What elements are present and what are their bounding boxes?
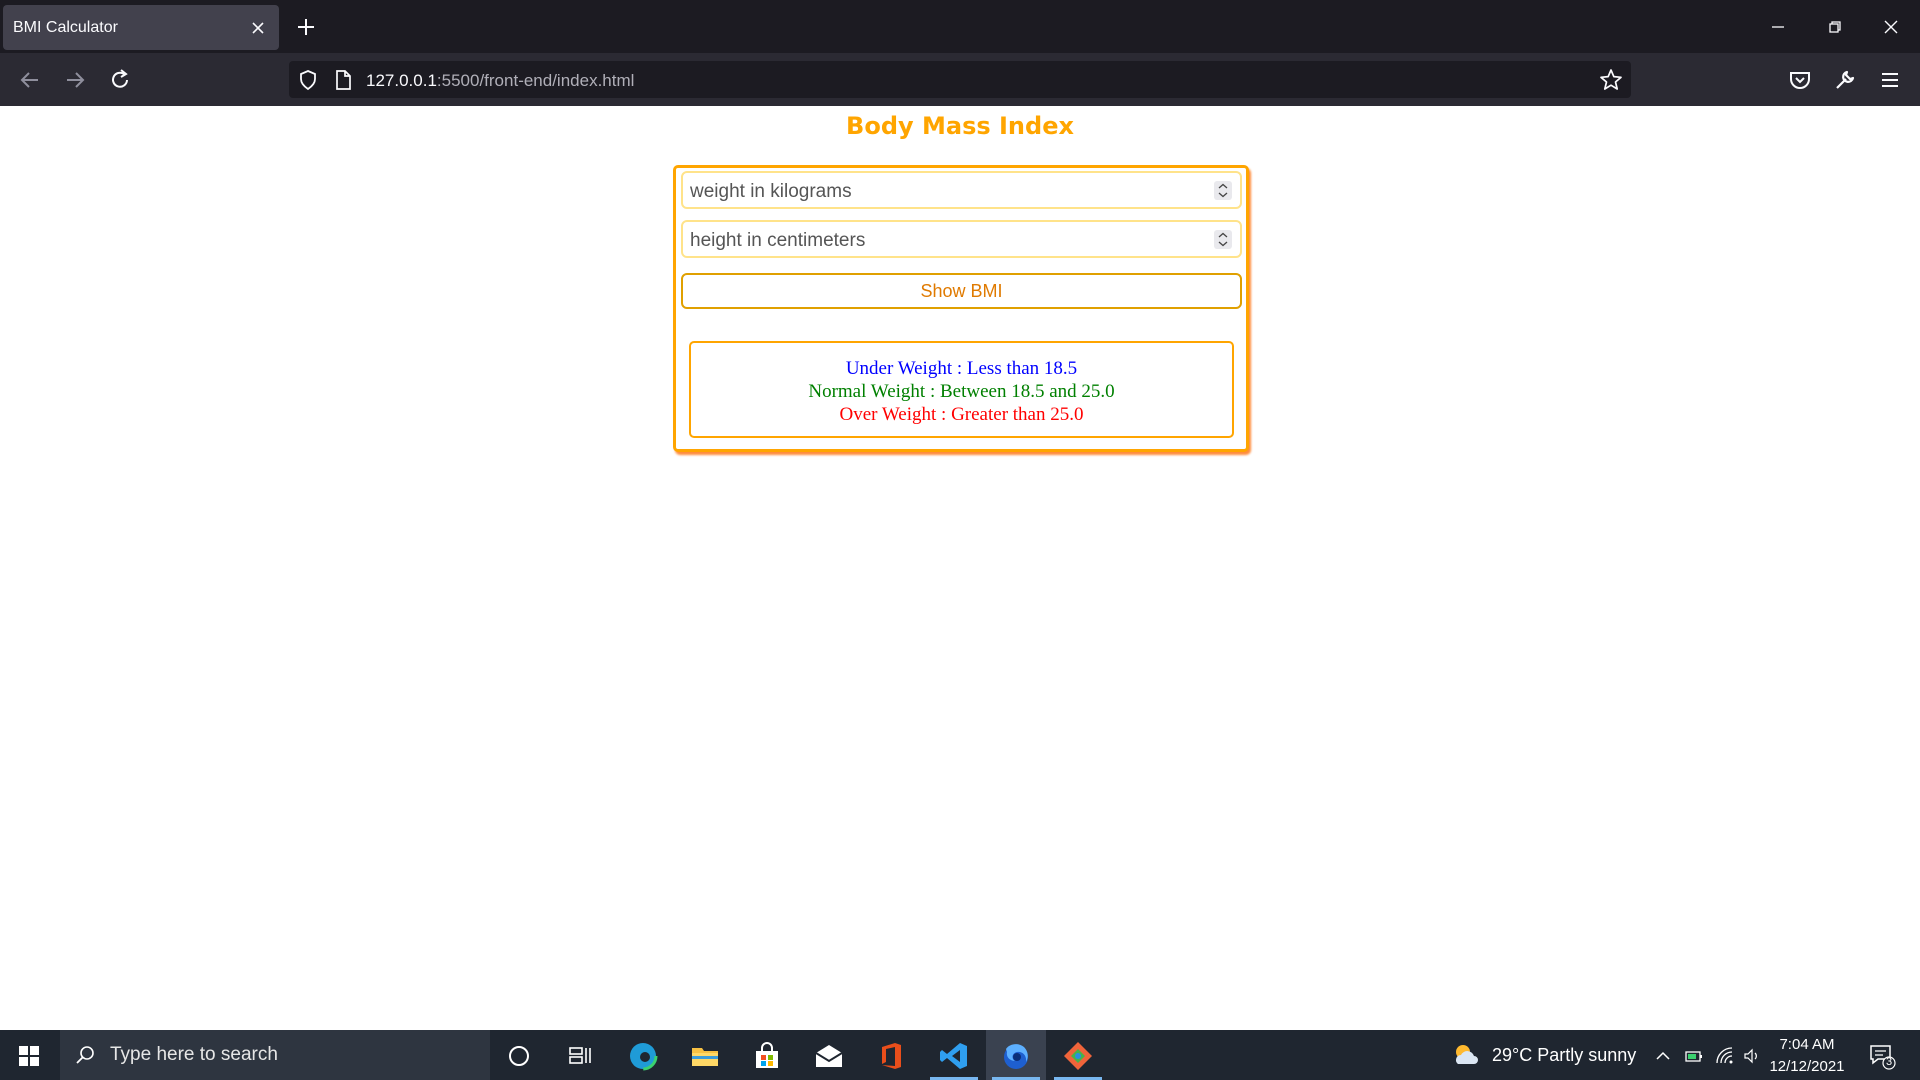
weather-text[interactable]: 29°C Partly sunny xyxy=(1492,1045,1636,1066)
volume-icon[interactable] xyxy=(1742,1046,1762,1066)
system-clock[interactable]: 7:04 AM 12/12/2021 xyxy=(1762,1034,1852,1078)
partly-sunny-weather-icon[interactable] xyxy=(1452,1042,1480,1068)
clock-date: 12/12/2021 xyxy=(1769,1058,1845,1075)
menu-hamburger-icon[interactable] xyxy=(1877,67,1903,93)
restore-icon[interactable] xyxy=(1824,16,1846,38)
taskbar: Type here to search 29°C Partly sunny 7:… xyxy=(0,1030,1920,1080)
firefox-icon[interactable] xyxy=(1000,1040,1032,1072)
edge-browser-icon[interactable] xyxy=(627,1040,659,1072)
search-icon xyxy=(74,1044,96,1066)
tab-bar: BMI Calculator xyxy=(0,0,1920,53)
legend-over-weight: Over Weight : Greater than 25.0 xyxy=(839,404,1084,425)
height-placeholder: height in centimeters xyxy=(690,230,866,251)
windows-start-icon[interactable] xyxy=(18,1045,40,1067)
notification-center-icon[interactable]: 3 xyxy=(1868,1042,1896,1070)
close-tab-icon[interactable] xyxy=(249,19,267,37)
back-arrow-icon[interactable] xyxy=(17,67,43,93)
task-view-icon[interactable] xyxy=(564,1040,596,1072)
url-host: 127.0.0.1 xyxy=(366,71,437,90)
page-icon[interactable] xyxy=(332,69,354,91)
close-window-icon[interactable] xyxy=(1880,16,1902,38)
height-spinner-icon[interactable] xyxy=(1214,230,1232,249)
minimize-icon[interactable] xyxy=(1767,16,1789,38)
weight-spinner-icon[interactable] xyxy=(1214,181,1232,200)
page-content: Body Mass Index weight in kilograms heig… xyxy=(0,106,1920,1030)
navigation-toolbar: 127.0.0.1:5500/front-end/index.html xyxy=(0,53,1920,106)
battery-icon[interactable] xyxy=(1684,1046,1704,1066)
taskbar-search-box[interactable]: Type here to search xyxy=(60,1030,490,1080)
legend-normal-weight: Normal Weight : Between 18.5 and 25.0 xyxy=(808,381,1115,402)
bookmark-star-icon[interactable] xyxy=(1599,68,1623,92)
bmi-legend-box: Under Weight : Less than 18.5 Normal Wei… xyxy=(689,341,1234,438)
forward-arrow-icon[interactable] xyxy=(62,67,88,93)
search-placeholder: Type here to search xyxy=(110,1044,278,1065)
tab-title: BMI Calculator xyxy=(13,19,118,36)
tab-bmi-calculator[interactable]: BMI Calculator xyxy=(3,5,279,50)
git-gui-icon[interactable] xyxy=(1062,1040,1094,1072)
vscode-icon[interactable] xyxy=(938,1040,970,1072)
url-path: :5500/front-end/index.html xyxy=(436,71,635,90)
bmi-form-card: weight in kilograms height in centimeter… xyxy=(673,165,1249,452)
clock-time: 7:04 AM xyxy=(1779,1036,1835,1053)
new-tab-plus-icon[interactable] xyxy=(295,16,317,38)
cortana-icon[interactable] xyxy=(503,1040,535,1072)
office-icon[interactable] xyxy=(875,1040,907,1072)
url-text[interactable]: 127.0.0.1:5500/front-end/index.html xyxy=(366,71,634,91)
reload-icon[interactable] xyxy=(107,67,133,93)
legend-under-weight: Under Weight : Less than 18.5 xyxy=(845,358,1078,379)
mail-icon[interactable] xyxy=(813,1040,845,1072)
notification-count-badge: 3 xyxy=(1885,1056,1893,1068)
wrench-icon[interactable] xyxy=(1832,67,1858,93)
weight-placeholder: weight in kilograms xyxy=(690,181,852,202)
show-bmi-button[interactable]: Show BMI xyxy=(681,273,1242,309)
weight-input[interactable]: weight in kilograms xyxy=(681,171,1242,209)
page-title: Body Mass Index xyxy=(846,112,1074,140)
microsoft-store-icon[interactable] xyxy=(751,1040,783,1072)
shield-icon[interactable] xyxy=(297,69,319,91)
chevron-up-icon[interactable] xyxy=(1653,1046,1673,1066)
wifi-icon[interactable] xyxy=(1715,1046,1735,1066)
pocket-icon[interactable] xyxy=(1787,67,1813,93)
file-explorer-icon[interactable] xyxy=(689,1040,721,1072)
height-input[interactable]: height in centimeters xyxy=(681,220,1242,258)
address-bar[interactable]: 127.0.0.1:5500/front-end/index.html xyxy=(289,61,1631,98)
